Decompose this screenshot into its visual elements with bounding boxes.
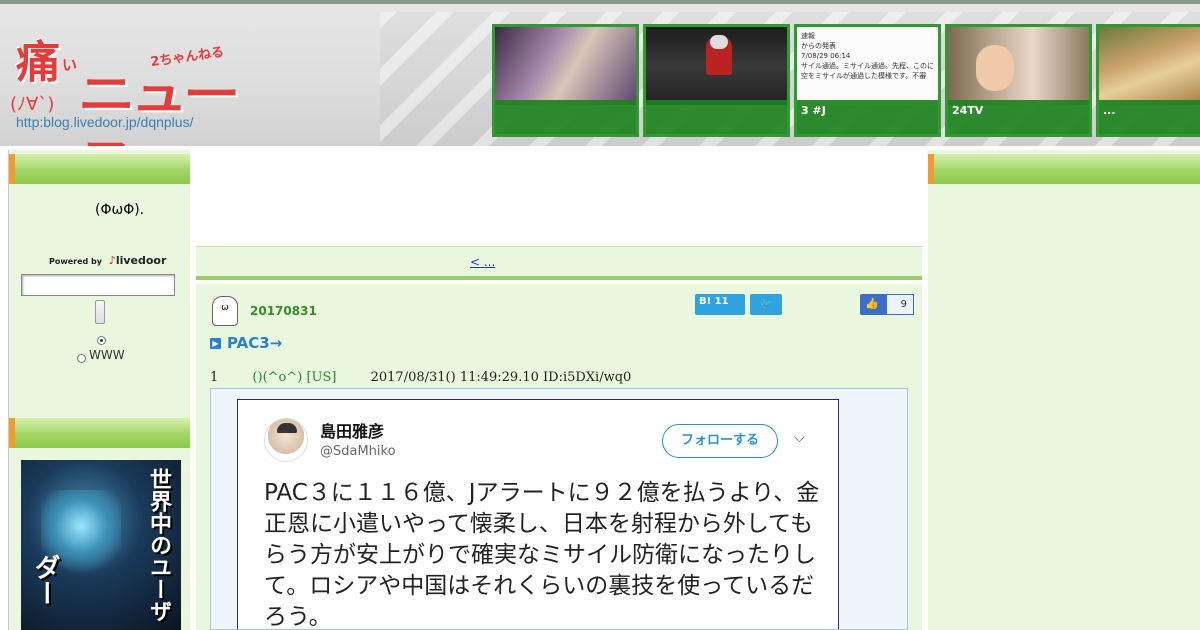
left-sidebar: (ΦωΦ). Powered by ♪livedoor WWW 世界中のユーザ … (8, 150, 191, 630)
thumbnail-5[interactable]: ... (1096, 24, 1200, 137)
thumbnail-4[interactable]: 24TV (945, 24, 1092, 137)
main-content: < ... ω 20170831 B! 11 🐦 👍 9 ▶ PAC3→ 1 ()… (190, 150, 928, 630)
response-datetime: 2017/08/31() 11:49:29.10 ID:i5DXi/wq0 (370, 370, 632, 385)
ad-space (190, 150, 928, 244)
tweet-card: 島田雅彦 @SdaMhiko フォローする ⌵ PAC３に１１６億、Jアラートに… (237, 399, 839, 630)
avatar[interactable] (264, 418, 308, 462)
radio-www[interactable] (77, 354, 86, 363)
powered-by-label: Powered by ♪livedoor (49, 254, 167, 267)
logo-face: (ﾉ∀`) (10, 94, 55, 115)
response-number: 1 (210, 370, 219, 385)
response-name: ()(^o^) [US] (252, 370, 337, 385)
thumbnail-caption (495, 100, 636, 134)
thumbnail-image (948, 27, 1089, 105)
article-cat-icon: ω (212, 296, 238, 326)
site-header: 痛 い ニュース 2ちゃんねる (ﾉ∀`) http:blog.livedoor… (0, 0, 1200, 146)
tweet-author-name[interactable]: 島田雅彦 (320, 418, 384, 442)
ad-banner[interactable]: 世界中のユーザ ダー (21, 460, 181, 630)
chevron-down-icon[interactable]: ⌵ (794, 430, 805, 446)
thumbnail-news-text: 速報 からの発表 7/08/29 06:14 サイル通過。ミサイル通過。先程、こ… (797, 27, 938, 105)
thumbnail-image (1099, 27, 1200, 105)
right-sidebar-bar (928, 154, 1200, 184)
like-count: 9 (886, 294, 914, 315)
prev-article-link[interactable]: < ... (470, 255, 495, 269)
sidebar-header-bar (9, 154, 191, 184)
livedoor-logo-icon: ♪ (108, 254, 116, 267)
search-button[interactable] (95, 300, 105, 324)
thumbnail-caption: 3 #J (797, 100, 938, 134)
play-icon: ▶ (210, 338, 221, 349)
twitter-bird-icon: 🐦 (759, 297, 773, 310)
logo-small-i: い (62, 56, 78, 74)
article-date: 20170831 (250, 304, 317, 318)
follow-button[interactable]: フォローする (662, 424, 778, 458)
banner-text-1: 世界中のユーザ (146, 468, 172, 622)
right-sidebar (928, 150, 1200, 630)
like-button[interactable]: 👍 9 (860, 294, 914, 315)
radio-site[interactable] (97, 336, 106, 345)
article-nav: < ... (196, 246, 922, 280)
tweet-button[interactable]: 🐦 (750, 294, 782, 315)
thumbnail-3[interactable]: 速報 からの発表 7/08/29 06:14 サイル通過。ミサイル通過。先程、こ… (794, 24, 941, 137)
radio-www-label: WWW (89, 348, 125, 362)
article: ω 20170831 B! 11 🐦 👍 9 ▶ PAC3→ 1 ()(^o^) … (196, 284, 922, 630)
thumbs-up-icon: 👍 (865, 297, 879, 310)
thumbnail-2[interactable] (643, 24, 790, 137)
article-title[interactable]: ▶ PAC3→ (210, 334, 282, 352)
logo-kanji: 痛 (16, 37, 60, 88)
tweet-embed: 島田雅彦 @SdaMhiko フォローする ⌵ PAC３に１１６億、Jアラートに… (210, 388, 908, 630)
response-header: 1 ()(^o^) [US] 2017/08/31() 11:49:29.10 … (210, 370, 631, 385)
hatena-bookmark-button[interactable]: B! 11 (695, 294, 745, 315)
face-emoticon: (ΦωΦ). (95, 202, 145, 218)
thumbnail-caption (646, 100, 787, 134)
logo-news: ニュース (78, 67, 241, 146)
banner-text-2: ダー (30, 554, 60, 606)
sidebar-section-bar (9, 418, 191, 448)
thumbnail-caption: ... (1099, 100, 1200, 134)
tweet-author-handle[interactable]: @SdaMhiko (320, 444, 396, 459)
header-thumbnails: 速報 からの発表 7/08/29 06:14 サイル通過。ミサイル通過。先程、こ… (492, 24, 1200, 137)
thumbnail-image (646, 27, 787, 105)
thumbnail-caption: 24TV (948, 100, 1089, 134)
thumbnail-1[interactable] (492, 24, 639, 137)
logo-url[interactable]: http:blog.livedoor.jp/dqnplus/ (16, 114, 193, 130)
site-logo[interactable]: 痛 い ニュース 2ちゃんねる (ﾉ∀`) http:blog.livedoor… (10, 26, 241, 146)
tweet-body: PAC３に１１６億、Jアラートに９２億を払うより、金正恩に小遣いやって懐柔し、日… (264, 480, 820, 630)
thumbnail-image (495, 27, 636, 105)
search-input[interactable] (21, 274, 175, 296)
